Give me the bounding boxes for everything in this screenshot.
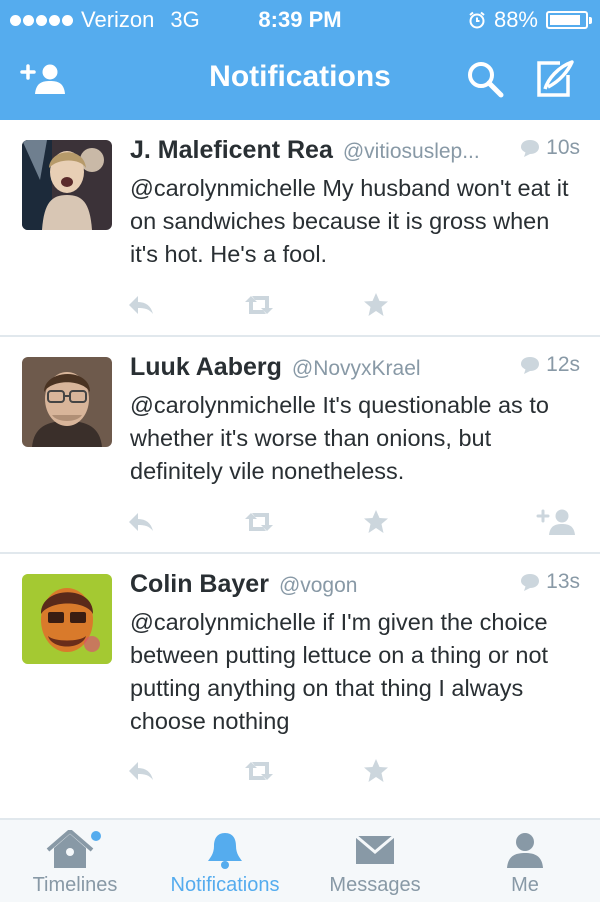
author-name[interactable]: J. Maleficent Rea — [130, 136, 333, 165]
favorite-button[interactable] — [362, 756, 390, 786]
author-name[interactable]: Colin Bayer — [130, 570, 269, 599]
reply-icon — [129, 513, 153, 531]
avatar[interactable] — [22, 140, 112, 230]
person-icon — [507, 833, 543, 868]
tab-label: Timelines — [32, 874, 118, 896]
tweet-item[interactable]: Colin Bayer @vogon 13s @carolynmichelle … — [0, 554, 600, 804]
avatar-image — [22, 357, 112, 447]
speech-bubble-icon — [521, 140, 540, 157]
home-icon — [46, 830, 101, 868]
tweet-body: J. Maleficent Rea @vitiosuslep... 10s @c… — [130, 136, 580, 271]
tab-notifications[interactable]: Notifications — [150, 820, 300, 902]
tweet-header: Colin Bayer @vogon 13s — [130, 570, 580, 604]
retweet-button[interactable] — [242, 756, 276, 786]
follow-button[interactable] — [535, 507, 577, 537]
tweet-time-text: 12s — [546, 353, 580, 376]
retweet-icon — [245, 513, 273, 531]
tab-timelines[interactable]: Timelines — [0, 820, 150, 902]
reply-icon — [129, 762, 153, 780]
author-name[interactable]: Luuk Aaberg — [130, 353, 282, 382]
avatar[interactable] — [22, 357, 112, 447]
star-icon — [364, 759, 388, 782]
envelope-icon — [355, 834, 395, 864]
tweet-time: 10s — [519, 136, 580, 160]
compose-button[interactable] — [530, 56, 580, 102]
tab-icon-wrap — [150, 830, 300, 870]
star-icon — [364, 293, 388, 316]
tab-label: Messages — [329, 874, 421, 896]
tab-icon-wrap — [300, 830, 450, 870]
tweet-header: Luuk Aaberg @NovyxKrael 12s — [130, 353, 580, 387]
avatar-image — [22, 574, 112, 664]
retweet-icon — [245, 762, 273, 780]
tab-icon-wrap — [450, 830, 600, 870]
status-right: 88% — [468, 7, 592, 33]
author-handle[interactable]: @vogon — [279, 574, 511, 598]
alarm-icon — [469, 11, 485, 29]
tab-me[interactable]: Me — [450, 820, 600, 902]
tab-messages[interactable]: Messages — [300, 820, 450, 902]
author-handle[interactable]: @NovyxKrael — [292, 357, 511, 381]
tab-bar: Timelines Notifications Messages Me — [0, 818, 600, 902]
notifications-feed: J. Maleficent Rea @vitiosuslep... 10s @c… — [0, 120, 600, 804]
tab-label: Me — [511, 874, 539, 896]
speech-bubble-icon — [521, 574, 540, 591]
tweet-item[interactable]: J. Maleficent Rea @vitiosuslep... 10s @c… — [0, 120, 600, 337]
tweet-time: 13s — [519, 570, 580, 594]
search-icon — [468, 62, 504, 98]
reply-button[interactable] — [126, 756, 156, 786]
retweet-button[interactable] — [242, 507, 276, 537]
author-handle[interactable]: @vitiosuslep... — [343, 140, 511, 164]
page-title: Notifications — [209, 60, 391, 93]
tweet-time-text: 10s — [546, 136, 580, 159]
tab-icon-wrap — [0, 830, 150, 870]
tweet-text: @carolynmichelle if I'm given the choice… — [130, 609, 549, 734]
app-header: Verizon 3G 8:39 PM 88% Notifications — [0, 0, 600, 120]
tweet-header: J. Maleficent Rea @vitiosuslep... 10s — [130, 136, 580, 170]
tweet-text: @carolynmichelle It's questionable as to… — [130, 392, 549, 484]
battery-percent: 88% — [493, 7, 538, 32]
avatar-image — [22, 140, 112, 230]
search-button[interactable] — [460, 56, 510, 102]
speech-bubble-icon — [521, 357, 540, 374]
tweet-actions — [129, 290, 580, 320]
retweet-button[interactable] — [242, 290, 276, 320]
favorite-button[interactable] — [362, 507, 390, 537]
tweet-body: Luuk Aaberg @NovyxKrael 12s @carolynmich… — [130, 353, 580, 488]
retweet-icon — [245, 296, 273, 314]
tweet-actions — [129, 507, 580, 537]
tab-label: Notifications — [170, 874, 280, 896]
tweet-time-text: 13s — [546, 570, 580, 593]
battery-icon — [546, 11, 592, 29]
favorite-button[interactable] — [362, 290, 390, 320]
tweet-actions — [129, 756, 580, 786]
compose-icon — [537, 60, 574, 97]
bell-icon — [208, 833, 242, 869]
follow-icon — [536, 509, 575, 535]
tweet-item[interactable]: Luuk Aaberg @NovyxKrael 12s @carolynmich… — [0, 337, 600, 554]
tweet-text: @carolynmichelle My husband won't eat it… — [130, 175, 569, 267]
avatar[interactable] — [22, 574, 112, 664]
star-icon — [364, 510, 388, 533]
reply-button[interactable] — [126, 290, 156, 320]
tweet-time: 12s — [519, 353, 580, 377]
tweet-body: Colin Bayer @vogon 13s @carolynmichelle … — [130, 570, 580, 738]
status-bar: Verizon 3G 8:39 PM 88% — [0, 0, 600, 40]
reply-icon — [129, 296, 153, 314]
reply-button[interactable] — [126, 507, 156, 537]
